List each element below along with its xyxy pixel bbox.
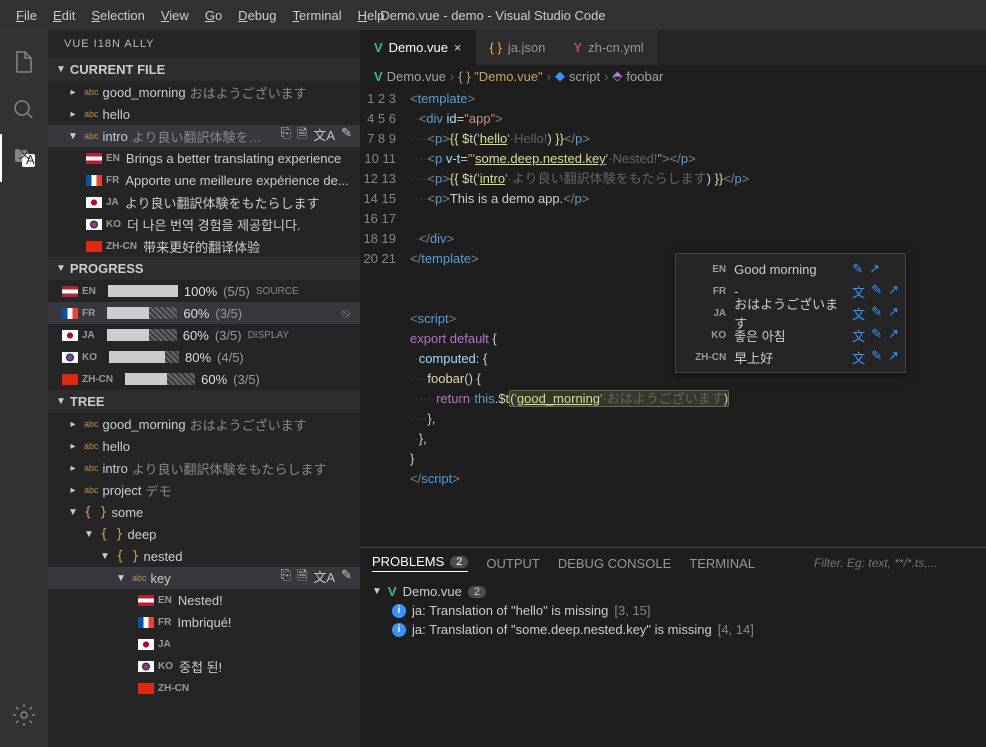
- goto-icon[interactable]: 🗎: [297, 125, 307, 147]
- key-row[interactable]: ▼abcintro より良い翻訳体験を…⎘🗎文A✎: [48, 125, 360, 147]
- edit-icon[interactable]: ✎: [871, 282, 882, 301]
- problems-file-row[interactable]: ▼VDemo.vue2: [372, 582, 974, 601]
- goto-icon[interactable]: ↗: [888, 348, 899, 367]
- goto-icon[interactable]: 🗎: [297, 567, 307, 589]
- menu-file[interactable]: File: [8, 4, 45, 27]
- translation-row[interactable]: KO중첩 된!: [48, 655, 360, 677]
- translate-icon[interactable]: 文: [852, 326, 865, 345]
- tooltip-row: JAおはようございます文✎↗: [682, 302, 899, 324]
- key-row[interactable]: ▸abchello: [48, 103, 360, 125]
- panel-tab-output[interactable]: OUTPUT: [486, 556, 539, 571]
- problem-item[interactable]: ija: Translation of "hello" is missing […: [372, 601, 974, 620]
- translation-tooltip: ENGood morning✎↗FR-文✎↗JAおはようございます文✎↗KO좋은…: [675, 253, 906, 373]
- section-current-file[interactable]: ▼CURRENT FILE: [48, 58, 360, 81]
- tree-node[interactable]: ▼{ }some: [48, 501, 360, 523]
- search-icon[interactable]: [0, 86, 48, 134]
- visibility-off-icon[interactable]: ⦸: [342, 305, 350, 321]
- editor-tabs: VDemo.vue× { }ja.json Yzh-cn.yml: [360, 30, 986, 65]
- translate-icon[interactable]: 文: [852, 282, 865, 301]
- edit-icon[interactable]: ✎: [341, 567, 352, 589]
- settings-gear-icon[interactable]: [0, 691, 48, 739]
- info-icon: i: [392, 623, 406, 637]
- explorer-icon[interactable]: [0, 38, 48, 86]
- close-icon[interactable]: ×: [454, 40, 462, 55]
- goto-icon[interactable]: ↗: [888, 304, 899, 323]
- sidebar-title: VUE I18N ALLY: [48, 30, 360, 58]
- tooltip-row: ENGood morning✎↗: [682, 258, 899, 280]
- tree-node[interactable]: ▼{ }nested: [48, 545, 360, 567]
- goto-icon[interactable]: ↗: [888, 282, 899, 301]
- menu-selection[interactable]: Selection: [83, 4, 152, 27]
- translate-icon[interactable]: 文: [852, 304, 865, 323]
- tab-zh-cn-yml[interactable]: Yzh-cn.yml: [559, 30, 657, 65]
- tree-key-row[interactable]: ▸abcproject デモ: [48, 479, 360, 501]
- panel-tab-terminal[interactable]: TERMINAL: [689, 556, 755, 571]
- progress-row[interactable]: FR60%(3/5)⦸: [48, 302, 360, 324]
- edit-icon[interactable]: ✎: [341, 125, 352, 147]
- progress-row[interactable]: JA60%(3/5)DISPLAY: [48, 324, 360, 346]
- breadcrumb[interactable]: VDemo.vue› { } "Demo.vue"› ◆script› ⬘foo…: [360, 65, 986, 87]
- translation-row[interactable]: JAより良い翻訳体験をもたらします: [48, 191, 360, 213]
- copy-icon[interactable]: ⎘: [281, 567, 291, 589]
- panel-tabs: PROBLEMS2 OUTPUT DEBUG CONSOLE TERMINAL: [360, 548, 986, 578]
- copy-icon[interactable]: ⎘: [281, 125, 291, 147]
- sidebar: VUE I18N ALLY ▼CURRENT FILE ▸abcgood_mor…: [48, 30, 360, 747]
- tree-leaf-key[interactable]: ▼abckey⎘🗎文A✎: [48, 567, 360, 589]
- menu-bar: File Edit Selection View Go Debug Termin…: [0, 4, 392, 27]
- translation-row[interactable]: KO더 나은 번역 경험을 제공합니다.: [48, 213, 360, 235]
- line-gutter: 1 2 3 4 5 6 7 8 9 10 11 12 13 14 15 16 1…: [360, 87, 410, 547]
- title-bar: File Edit Selection View Go Debug Termin…: [0, 0, 986, 30]
- svg-text:A: A: [26, 152, 35, 167]
- menu-go[interactable]: Go: [197, 4, 230, 27]
- panel-tab-debug[interactable]: DEBUG CONSOLE: [558, 556, 671, 571]
- translation-row[interactable]: ZH-CN带来更好的翻译体验: [48, 235, 360, 257]
- edit-icon[interactable]: ✎: [871, 304, 882, 323]
- bottom-panel: PROBLEMS2 OUTPUT DEBUG CONSOLE TERMINAL …: [360, 547, 986, 747]
- progress-row[interactable]: ZH-CN60%(3/5): [48, 368, 360, 390]
- code-editor[interactable]: 1 2 3 4 5 6 7 8 9 10 11 12 13 14 15 16 1…: [360, 87, 986, 547]
- goto-icon[interactable]: ↗: [888, 326, 899, 345]
- progress-row[interactable]: KO80%(4/5): [48, 346, 360, 368]
- editor-area: VDemo.vue× { }ja.json Yzh-cn.yml VDemo.v…: [360, 30, 986, 747]
- translation-row[interactable]: FRApporte une meilleure expérience de...: [48, 169, 360, 191]
- window-title: Demo.vue - demo - Visual Studio Code: [380, 8, 605, 23]
- translation-row[interactable]: ZH-CN: [48, 677, 360, 699]
- section-tree[interactable]: ▼TREE: [48, 390, 360, 413]
- edit-icon[interactable]: ✎: [871, 348, 882, 367]
- panel-tab-problems[interactable]: PROBLEMS2: [372, 554, 468, 572]
- goto-icon[interactable]: ↗: [869, 261, 880, 277]
- problems-filter-input[interactable]: [814, 556, 974, 570]
- edit-icon[interactable]: ✎: [852, 261, 863, 277]
- menu-view[interactable]: View: [153, 4, 197, 27]
- progress-row[interactable]: EN100%(5/5)SOURCE: [48, 280, 360, 302]
- key-row[interactable]: ▸abcgood_morning おはようございます: [48, 81, 360, 103]
- problem-item[interactable]: ija: Translation of "some.deep.nested.ke…: [372, 620, 974, 639]
- menu-terminal[interactable]: Terminal: [284, 4, 349, 27]
- translation-row[interactable]: ENBrings a better translating experience: [48, 147, 360, 169]
- translation-row[interactable]: FRImbriqué!: [48, 611, 360, 633]
- tree-key-row[interactable]: ▸abcgood_morning おはようございます: [48, 413, 360, 435]
- tooltip-row: KO좋은 아침文✎↗: [682, 324, 899, 346]
- info-icon: i: [392, 604, 406, 618]
- tab-demo-vue[interactable]: VDemo.vue×: [360, 30, 476, 65]
- translate-icon[interactable]: 文A: [313, 567, 335, 589]
- tree-key-row[interactable]: ▸abchello: [48, 435, 360, 457]
- edit-icon[interactable]: ✎: [871, 326, 882, 345]
- translate-icon[interactable]: 文: [852, 348, 865, 367]
- tree-key-row[interactable]: ▸abcintro より良い翻訳体験をもたらします: [48, 457, 360, 479]
- translate-icon[interactable]: 文A: [313, 125, 335, 147]
- tree-node[interactable]: ▼{ }deep: [48, 523, 360, 545]
- tab-ja-json[interactable]: { }ja.json: [476, 30, 560, 65]
- menu-edit[interactable]: Edit: [45, 4, 83, 27]
- translation-row[interactable]: JA: [48, 633, 360, 655]
- problems-list: ▼VDemo.vue2 ija: Translation of "hello" …: [360, 578, 986, 747]
- menu-debug[interactable]: Debug: [230, 4, 284, 27]
- section-progress[interactable]: ▼PROGRESS: [48, 257, 360, 280]
- translation-row[interactable]: ENNested!: [48, 589, 360, 611]
- i18n-ally-icon[interactable]: 文A: [0, 134, 48, 182]
- activity-bar: 文A: [0, 30, 48, 747]
- tooltip-row: ZH-CN早上好文✎↗: [682, 346, 899, 368]
